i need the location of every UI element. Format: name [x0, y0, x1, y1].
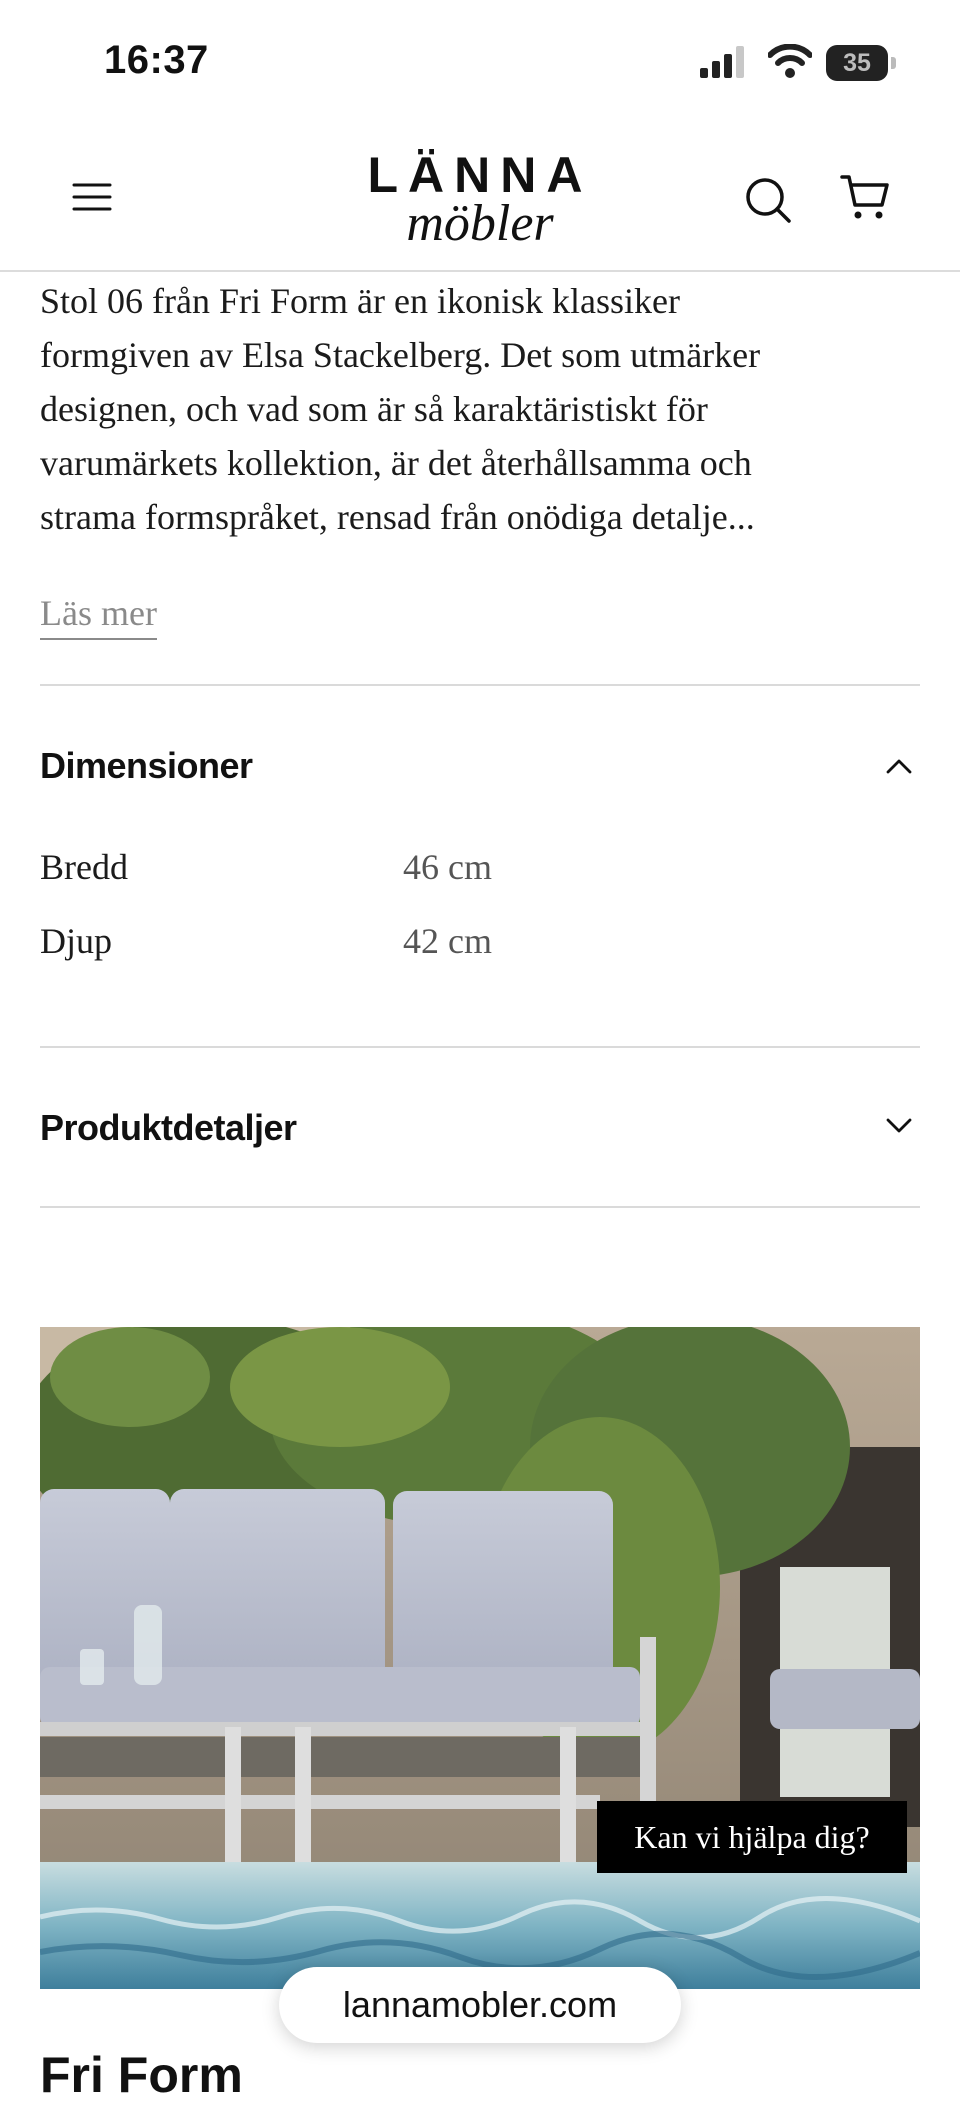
browser-address-bar[interactable]: lannamobler.com [279, 1967, 681, 2043]
battery-level: 35 [843, 49, 871, 77]
dimension-value: 46 cm [403, 847, 492, 887]
menu-icon[interactable] [72, 182, 112, 212]
description-line: formgiven av Elsa Stackelberg. Det som u… [40, 335, 761, 375]
wifi-icon [768, 44, 812, 78]
search-icon[interactable] [744, 176, 792, 224]
divider [40, 1206, 920, 1208]
description-line: designen, och vad som är så karaktäristi… [40, 389, 708, 429]
dimension-value: 42 cm [403, 921, 492, 961]
divider [40, 684, 920, 686]
site-header: LÄNNA möbler [0, 120, 960, 272]
site-logo[interactable]: LÄNNA möbler [330, 150, 630, 250]
description-line: strama formspråket, rensad från onödiga … [40, 497, 755, 537]
cellular-signal-icon [700, 46, 744, 78]
read-more-link[interactable]: Läs mer [40, 590, 157, 640]
dimension-label: Djup [40, 921, 112, 961]
chat-help-button[interactable]: Kan vi hjälpa dig? [597, 1801, 907, 1873]
status-time: 16:37 [104, 38, 209, 82]
logo-wordmark-bottom: möbler [406, 195, 554, 252]
cart-icon[interactable] [840, 172, 890, 222]
product-description: Stol 06 från Fri Form är en ikonisk klas… [40, 274, 930, 544]
chevron-down-icon [886, 1118, 912, 1133]
product-details-title: Produktdetaljer [40, 1107, 297, 1148]
divider [40, 1046, 920, 1048]
description-line: Stol 06 från Fri Form är en ikonisk klas… [40, 281, 680, 321]
description-line: varumärkets kollektion, är det återhålls… [40, 443, 752, 483]
logo-wordmark-top: LÄNNA [367, 147, 593, 203]
battery-icon: 35 [826, 45, 896, 81]
next-section-heading: Fri Form [40, 2047, 243, 2103]
dimensions-title: Dimensioner [40, 745, 253, 786]
outdoor-sofa-photo[interactable] [40, 1327, 920, 1989]
chevron-up-icon [886, 759, 912, 774]
status-bar: 16:37 35 [0, 0, 960, 120]
dimension-label: Bredd [40, 847, 128, 887]
